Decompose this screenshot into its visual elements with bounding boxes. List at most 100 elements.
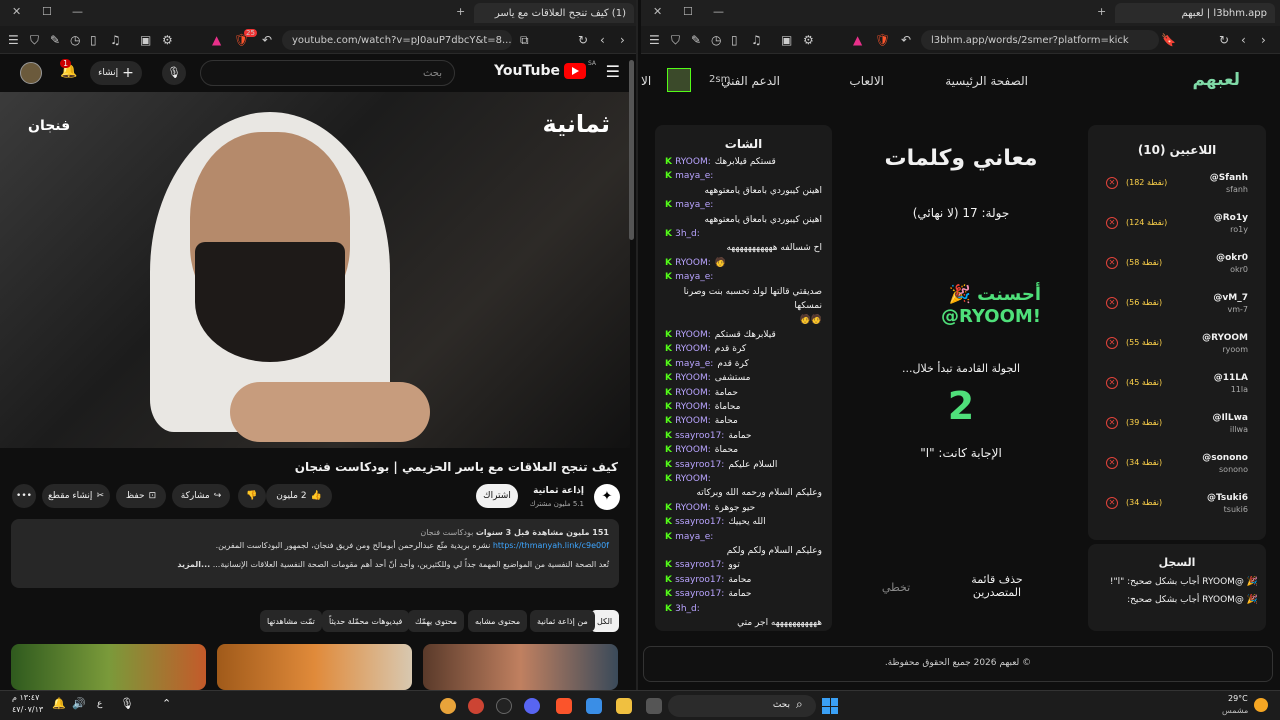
- extensions-icon[interactable]: ⚙: [803, 33, 814, 47]
- brave-shield-icon[interactable]: 🛡: [875, 33, 890, 47]
- site-logo[interactable]: لعبهم: [1193, 70, 1240, 90]
- voice-search-button[interactable]: 🎙: [162, 61, 186, 85]
- chevron-up-icon[interactable]: ⌃: [162, 697, 171, 710]
- shield-icon[interactable]: ⛉: [671, 33, 680, 48]
- user-avatar[interactable]: [667, 68, 691, 92]
- start-icon[interactable]: [822, 698, 838, 714]
- chat-username[interactable]: ssayroo17:: [675, 460, 724, 470]
- chat-username[interactable]: RYOOM:: [675, 503, 711, 513]
- chat-username[interactable]: ssayroo17:: [675, 560, 724, 570]
- language-indicator[interactable]: ع: [97, 699, 102, 709]
- hamburger-icon[interactable]: ☰: [606, 62, 620, 81]
- folder-icon[interactable]: [616, 698, 632, 714]
- search-input[interactable]: بحث: [200, 60, 455, 86]
- aurora-icon[interactable]: ▲: [212, 33, 221, 47]
- extensions-icon[interactable]: ⚙: [162, 33, 173, 47]
- remove-player-icon[interactable]: ✕: [1106, 257, 1118, 269]
- more-actions-button[interactable]: •••: [12, 484, 36, 508]
- nav-games[interactable]: الالعاب: [849, 74, 884, 88]
- chat-username[interactable]: RYOOM:: [675, 330, 711, 340]
- volume-icon[interactable]: 🔊: [72, 697, 86, 710]
- app-icon[interactable]: [468, 698, 484, 714]
- clip-button[interactable]: ✂ إنشاء مقطع: [42, 484, 110, 508]
- close-window-icon[interactable]: ✕: [653, 5, 662, 18]
- bookmark-icon[interactable]: 🔖: [1161, 33, 1176, 47]
- chip-for-you[interactable]: محتوى يهمّك: [408, 610, 465, 632]
- chat-username[interactable]: ssayroo17:: [675, 575, 724, 585]
- back-arrow-icon[interactable]: ↶: [262, 33, 272, 47]
- menu-icon[interactable]: ☰: [8, 33, 19, 47]
- sidebar-icon[interactable]: ▯: [731, 33, 738, 47]
- wallet-icon[interactable]: ▣: [140, 33, 151, 47]
- chat-username[interactable]: RYOOM:: [675, 474, 711, 484]
- chat-username[interactable]: maya_e:: [675, 200, 713, 210]
- notification-icon[interactable]: 🔔: [52, 697, 66, 710]
- pen-icon[interactable]: ✎: [691, 33, 701, 47]
- back-icon[interactable]: ‹: [1241, 33, 1246, 47]
- clear-leaderboard-button[interactable]: حذف قائمة المتصدرين: [957, 573, 1037, 599]
- reload-icon[interactable]: ↻: [1219, 33, 1229, 47]
- skip-button[interactable]: تخطي: [871, 581, 921, 594]
- chat-username[interactable]: RYOOM:: [675, 445, 711, 455]
- show-more-link[interactable]: ...المزيد: [177, 560, 210, 569]
- chat-username[interactable]: maya_e:: [675, 532, 713, 542]
- recommended-thumbnail[interactable]: [11, 644, 206, 690]
- share-button[interactable]: ↪ مشاركة: [172, 484, 230, 508]
- chat-username[interactable]: ssayroo17:: [675, 431, 724, 441]
- close-window-icon[interactable]: ✕: [12, 5, 21, 18]
- chrome-icon[interactable]: [440, 698, 456, 714]
- like-button[interactable]: 👍 2 مليون: [266, 484, 332, 508]
- chat-username[interactable]: ssayroo17:: [675, 589, 724, 599]
- desc-link[interactable]: https://thmanyah.link/c9e00f: [493, 541, 609, 550]
- address-bar[interactable]: l3bhm.app/words/2smer?platform=kick: [921, 30, 1159, 50]
- reload-icon[interactable]: ↻: [578, 33, 588, 47]
- minimize-icon[interactable]: —: [72, 5, 83, 18]
- chat-username[interactable]: RYOOM:: [675, 416, 711, 426]
- address-bar[interactable]: youtube.com/watch?v=pJ0auP7dbcY&t=8...: [282, 30, 512, 50]
- remove-player-icon[interactable]: ✕: [1106, 337, 1118, 349]
- history-icon[interactable]: ◷: [711, 33, 721, 47]
- menu-icon[interactable]: ☰: [649, 33, 660, 47]
- recommended-thumbnail[interactable]: [217, 644, 412, 690]
- maximize-icon[interactable]: ☐: [683, 5, 693, 18]
- dislike-button[interactable]: 👎: [238, 484, 266, 508]
- copy-link-icon[interactable]: ⧉: [520, 33, 529, 48]
- new-tab-icon[interactable]: +: [456, 5, 465, 18]
- discord-icon[interactable]: [524, 698, 540, 714]
- chat-username[interactable]: RYOOM:: [675, 373, 711, 383]
- scrollbar[interactable]: [629, 60, 634, 240]
- recommended-thumbnail[interactable]: [423, 644, 618, 690]
- remove-player-icon[interactable]: ✕: [1106, 377, 1118, 389]
- back-arrow-icon[interactable]: ↶: [901, 33, 911, 47]
- clock-date[interactable]: ٤٧/٠٧/١٣: [12, 705, 43, 714]
- create-button[interactable]: + إنشاء: [90, 61, 142, 85]
- nav-home[interactable]: الصفحة الرئيسية: [945, 74, 1028, 88]
- channel-name[interactable]: إذاعة ثمانية: [533, 486, 584, 496]
- description-box[interactable]: 151 مليون مشاهدة قبل 3 سنوات بودكاست فنج…: [11, 519, 619, 588]
- remove-player-icon[interactable]: ✕: [1106, 457, 1118, 469]
- app-icon[interactable]: [496, 698, 512, 714]
- youtube-logo[interactable]: YouTube: [494, 63, 586, 79]
- pen-icon[interactable]: ✎: [50, 33, 60, 47]
- mic-icon[interactable]: 🎙: [120, 697, 134, 710]
- remove-player-icon[interactable]: ✕: [1106, 417, 1118, 429]
- clock-time[interactable]: ١٣:٤٧ م: [12, 693, 39, 702]
- taskbar-search[interactable]: بحث: [668, 695, 816, 717]
- chat-username[interactable]: maya_e:: [675, 171, 713, 181]
- back-icon[interactable]: ‹: [600, 33, 605, 47]
- nav-more[interactable]: الا: [641, 74, 651, 88]
- chip-watched[interactable]: تمّت مشاهدتها: [260, 610, 322, 632]
- chat-username[interactable]: RYOOM:: [675, 344, 711, 354]
- chat-username[interactable]: RYOOM:: [675, 157, 711, 167]
- remove-player-icon[interactable]: ✕: [1106, 217, 1118, 229]
- music-icon[interactable]: ♫: [751, 33, 762, 47]
- brave-icon[interactable]: [556, 698, 572, 714]
- new-tab-icon[interactable]: +: [1097, 5, 1106, 18]
- forward-icon[interactable]: ›: [620, 33, 625, 47]
- subscribe-button[interactable]: اشتراك: [476, 484, 518, 508]
- chat-username[interactable]: maya_e:: [675, 272, 713, 282]
- remove-player-icon[interactable]: ✕: [1106, 497, 1118, 509]
- forward-icon[interactable]: ›: [1261, 33, 1266, 47]
- chat-username[interactable]: 3h_d:: [675, 229, 700, 239]
- chat-username[interactable]: 3h_d:: [675, 604, 700, 614]
